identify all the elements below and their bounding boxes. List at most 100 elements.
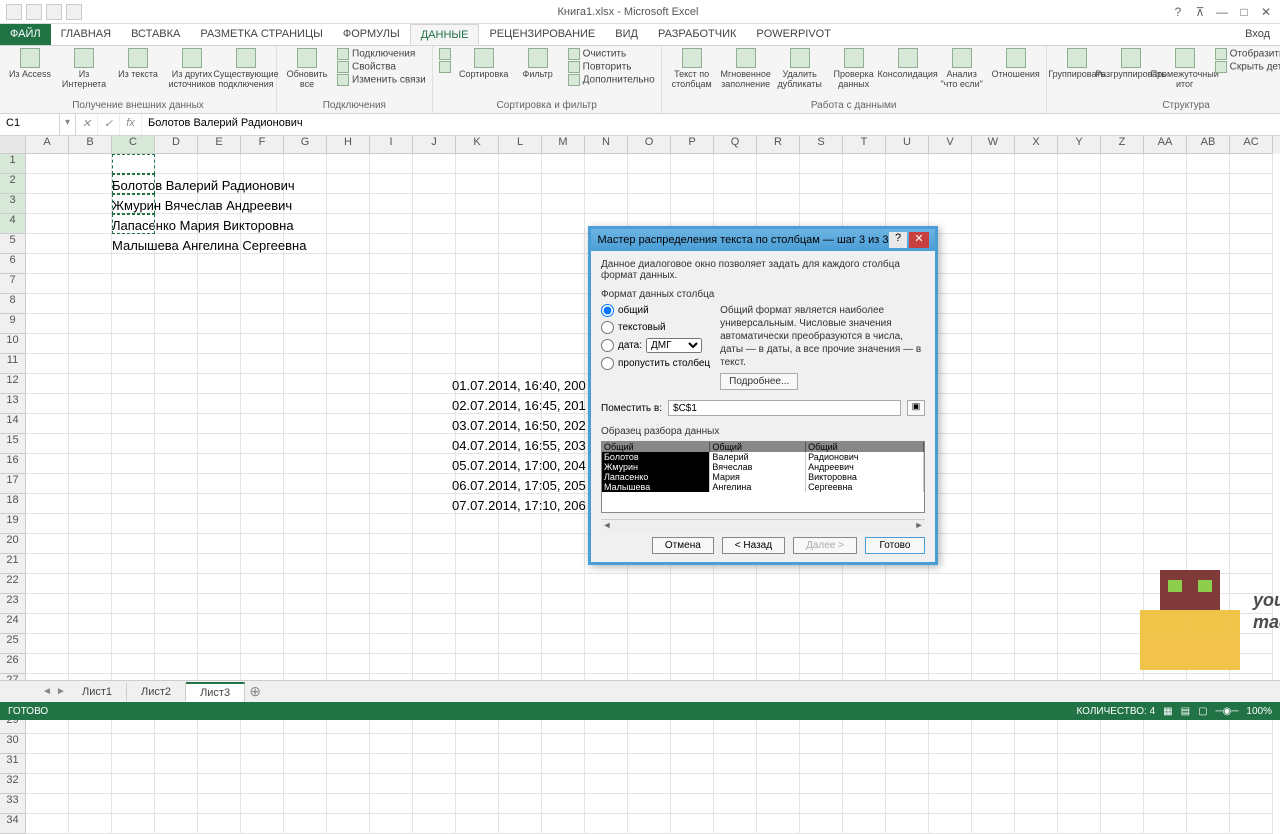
cell[interactable] — [1144, 334, 1187, 354]
cell[interactable] — [1230, 154, 1273, 174]
cell[interactable] — [1144, 794, 1187, 814]
row-header[interactable]: 13 — [0, 394, 26, 414]
cell[interactable] — [1144, 234, 1187, 254]
zoom-slider[interactable]: ─◉─ — [1216, 706, 1239, 717]
cell[interactable] — [327, 294, 370, 314]
cell[interactable] — [241, 594, 284, 614]
cell[interactable] — [671, 614, 714, 634]
cell[interactable] — [542, 434, 585, 454]
cell[interactable] — [843, 594, 886, 614]
name-box-dropdown[interactable]: ▾ — [60, 114, 76, 135]
from-text-button[interactable]: Из текста — [114, 48, 162, 80]
cell[interactable] — [26, 434, 69, 454]
cell[interactable] — [198, 594, 241, 614]
cell[interactable] — [843, 174, 886, 194]
cell[interactable] — [972, 734, 1015, 754]
cell[interactable] — [499, 314, 542, 334]
cell[interactable] — [1230, 754, 1273, 774]
cell[interactable] — [241, 454, 284, 474]
cell[interactable] — [370, 614, 413, 634]
cell[interactable] — [198, 214, 241, 234]
cell[interactable] — [499, 794, 542, 814]
column-header[interactable]: AA — [1144, 136, 1187, 154]
cell[interactable] — [241, 394, 284, 414]
cell[interactable] — [542, 454, 585, 474]
cell[interactable] — [1230, 294, 1273, 314]
help-icon[interactable]: ? — [1168, 3, 1188, 21]
column-header[interactable]: Q — [714, 136, 757, 154]
cell[interactable] — [413, 374, 456, 394]
cell[interactable] — [198, 294, 241, 314]
finish-button[interactable]: Готово — [865, 537, 925, 554]
cell[interactable] — [284, 654, 327, 674]
cell[interactable] — [155, 314, 198, 334]
cell[interactable] — [413, 494, 456, 514]
cell[interactable] — [1144, 494, 1187, 514]
cell[interactable] — [1058, 394, 1101, 414]
cell[interactable] — [585, 774, 628, 794]
cell[interactable] — [456, 354, 499, 374]
cell[interactable] — [284, 254, 327, 274]
cell[interactable] — [1187, 354, 1230, 374]
cell[interactable] — [542, 654, 585, 674]
cell[interactable] — [370, 254, 413, 274]
cell[interactable] — [499, 474, 542, 494]
cell[interactable] — [327, 214, 370, 234]
cell[interactable] — [26, 794, 69, 814]
cell[interactable] — [886, 634, 929, 654]
cell[interactable] — [542, 294, 585, 314]
column-header[interactable]: N — [585, 136, 628, 154]
cell[interactable] — [370, 274, 413, 294]
cell[interactable] — [241, 334, 284, 354]
cell[interactable] — [26, 394, 69, 414]
row-header[interactable]: 18 — [0, 494, 26, 514]
cell[interactable] — [843, 814, 886, 834]
cell[interactable] — [284, 154, 327, 174]
cell[interactable] — [1101, 534, 1144, 554]
cell[interactable] — [1230, 794, 1273, 814]
cell[interactable] — [456, 314, 499, 334]
row-header[interactable]: 10 — [0, 334, 26, 354]
cell[interactable] — [929, 814, 972, 834]
cell[interactable] — [26, 814, 69, 834]
cell[interactable] — [1015, 414, 1058, 434]
column-header[interactable]: E — [198, 136, 241, 154]
cell[interactable] — [1230, 474, 1273, 494]
cell[interactable] — [456, 154, 499, 174]
cell[interactable] — [1230, 254, 1273, 274]
cell[interactable] — [155, 514, 198, 534]
row-header[interactable]: 24 — [0, 614, 26, 634]
cell[interactable] — [757, 774, 800, 794]
cell[interactable] — [327, 414, 370, 434]
cell[interactable] — [155, 434, 198, 454]
cell[interactable] — [413, 434, 456, 454]
cell[interactable] — [1058, 814, 1101, 834]
remove-duplicates-button[interactable]: Удалить дубликаты — [776, 48, 824, 90]
cell[interactable] — [327, 194, 370, 214]
row-header[interactable]: 16 — [0, 454, 26, 474]
cell[interactable] — [456, 294, 499, 314]
cell[interactable] — [155, 414, 198, 434]
cell[interactable] — [1187, 254, 1230, 274]
cell[interactable] — [198, 374, 241, 394]
cell[interactable] — [1015, 614, 1058, 634]
cell[interactable] — [456, 654, 499, 674]
row-header[interactable]: 6 — [0, 254, 26, 274]
cell[interactable] — [370, 794, 413, 814]
cell[interactable] — [1230, 494, 1273, 514]
column-header[interactable]: D — [155, 136, 198, 154]
cell[interactable] — [69, 654, 112, 674]
cell[interactable] — [1015, 334, 1058, 354]
cell[interactable] — [714, 634, 757, 654]
cell[interactable] — [112, 454, 155, 474]
cell[interactable] — [155, 454, 198, 474]
cell[interactable] — [671, 174, 714, 194]
text-to-columns-button[interactable]: Текст по столбцам — [668, 48, 716, 90]
cell[interactable] — [542, 354, 585, 374]
cell[interactable] — [1015, 754, 1058, 774]
cell[interactable] — [757, 614, 800, 634]
cell[interactable] — [413, 234, 456, 254]
cell[interactable] — [1230, 374, 1273, 394]
cell[interactable] — [241, 574, 284, 594]
cell[interactable] — [628, 634, 671, 654]
